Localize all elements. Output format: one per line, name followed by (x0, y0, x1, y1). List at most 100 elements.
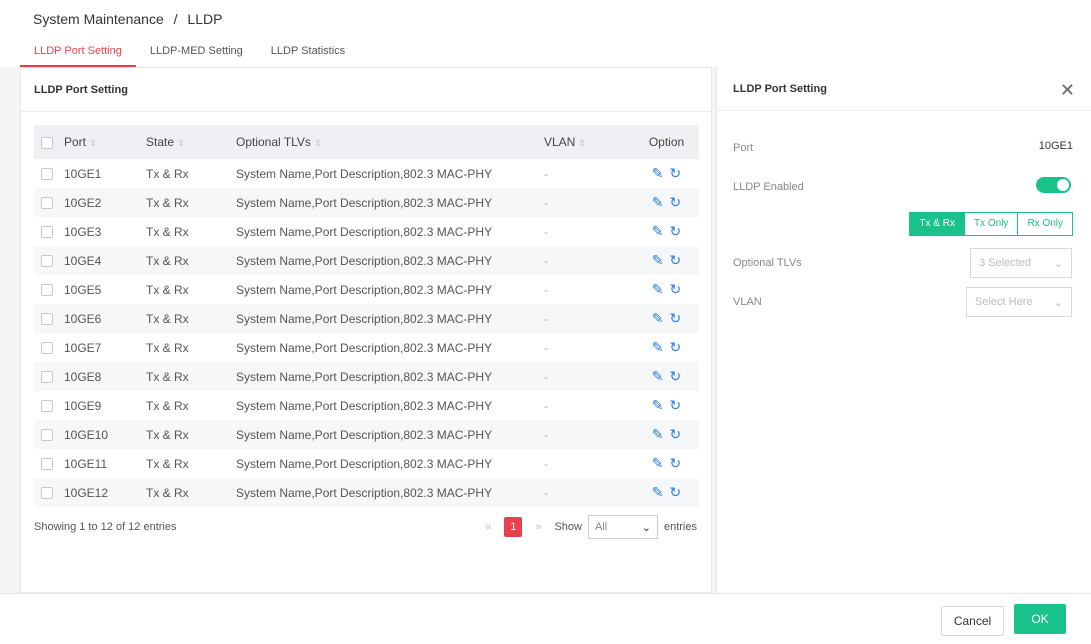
page-1-button[interactable]: 1 (504, 517, 523, 537)
column-header-state[interactable]: State ⇕ (146, 125, 236, 159)
column-header-port[interactable]: Port ⇕ (64, 125, 146, 159)
edit-icon[interactable]: ✎ (652, 310, 664, 327)
sort-icon: ⇕ (313, 138, 322, 148)
refresh-icon[interactable]: ↻ (670, 397, 682, 414)
lldp-enabled-toggle[interactable] (1036, 177, 1071, 193)
mode-segmented-control: Tx & Rx Tx Only Rx Only (909, 212, 1073, 236)
refresh-icon[interactable]: ↻ (670, 252, 682, 269)
mode-tx-rx-button[interactable]: Tx & Rx (910, 213, 964, 235)
row-checkbox[interactable] (41, 429, 53, 442)
action-bar: Cancel OK (0, 593, 1091, 644)
drawer-title: LLDP Port Setting (717, 67, 1091, 111)
tab-lldp-statistics[interactable]: LLDP Statistics (257, 37, 359, 67)
entries-info: Showing 1 to 12 of 12 entries (34, 521, 177, 533)
table-row: 10GE3 Tx & Rx System Name,Port Description… (34, 217, 699, 246)
table-row: 10GE10 Tx & Rx System Name,Port Descriptio… (34, 420, 699, 449)
entries-label: entries (663, 521, 697, 533)
pagination: « 1 » Show All ⌄ entries (478, 515, 697, 539)
optional-tlvs-select[interactable]: 3 Selected ⌄ (970, 248, 1072, 278)
tab-lldp-med-setting[interactable]: LLDP-MED Setting (136, 37, 257, 67)
table-row: 10GE7 Tx & Rx System Name,Port Description… (34, 333, 699, 362)
tab-lldp-port-setting[interactable]: LLDP Port Setting (20, 37, 136, 67)
refresh-icon[interactable]: ↻ (670, 281, 682, 298)
table-row: 10GE5 Tx & Rx System Name,Port Description… (34, 275, 699, 304)
column-header-optional-tlvs[interactable]: Optional TLVs ⇕ (236, 125, 544, 159)
port-setting-panel: LLDP Port Setting Port ⇕ State ⇕ Optional … (20, 67, 712, 593)
port-value: 10GE1 (1038, 140, 1073, 152)
table-row: 10GE6 Tx & Rx System Name,Port Description… (34, 304, 699, 333)
row-checkbox[interactable] (41, 284, 53, 297)
page-size-value: All (594, 521, 608, 533)
row-checkbox[interactable] (41, 255, 53, 268)
prev-page-button[interactable]: « (478, 521, 498, 533)
breadcrumb-separator: / (173, 11, 178, 27)
chevron-down-icon: ⌄ (1053, 296, 1063, 309)
table-row: 10GE9 Tx & Rx System Name,Port Description… (34, 391, 699, 420)
refresh-icon[interactable]: ↻ (670, 194, 682, 211)
edit-drawer: LLDP Port Setting ✕ Port 10GE1 LLDP Enab… (716, 67, 1091, 644)
optional-tlvs-value: 3 Selected (979, 257, 1031, 269)
close-icon[interactable]: ✕ (1060, 80, 1075, 101)
edit-icon[interactable]: ✎ (652, 426, 664, 443)
edit-icon[interactable]: ✎ (652, 252, 664, 269)
edit-icon[interactable]: ✎ (652, 397, 664, 414)
table-row: 10GE8 Tx & Rx System Name,Port Description… (34, 362, 699, 391)
refresh-icon[interactable]: ↻ (670, 223, 682, 240)
select-all-checkbox[interactable] (41, 136, 53, 149)
breadcrumb-current: LLDP (187, 11, 223, 27)
mode-rx-only-button[interactable]: Rx Only (1017, 213, 1072, 235)
page-size-select[interactable]: All ⌄ (587, 515, 658, 539)
row-checkbox[interactable] (41, 226, 53, 239)
column-header-vlan[interactable]: VLAN ⇕ (544, 125, 634, 159)
table-row: 10GE12 Tx & Rx System Name,Port Descriptio… (34, 478, 699, 507)
cancel-button[interactable]: Cancel (941, 606, 1004, 636)
refresh-icon[interactable]: ↻ (670, 339, 682, 356)
row-checkbox[interactable] (41, 168, 53, 181)
table-row: 10GE11 Tx & Rx System Name,Port Descriptio… (34, 449, 699, 478)
port-table: Port ⇕ State ⇕ Optional TLVs ⇕ VLAN ⇕ Option… (34, 125, 699, 507)
page-header: System Maintenance / LLDP LLDP Port Sett… (0, 0, 1091, 67)
edit-icon[interactable]: ✎ (652, 223, 664, 240)
edit-icon[interactable]: ✎ (652, 484, 664, 501)
optional-tlvs-label: Optional TLVs (733, 257, 802, 269)
refresh-icon[interactable]: ↻ (670, 165, 682, 182)
edit-icon[interactable]: ✎ (652, 368, 664, 385)
row-checkbox[interactable] (41, 313, 53, 326)
column-header-option: Option (634, 125, 699, 159)
row-checkbox[interactable] (41, 371, 53, 384)
table-row: 10GE1 Tx & Rx System Name,Port Description… (34, 159, 699, 188)
row-checkbox[interactable] (41, 342, 53, 355)
vlan-label: VLAN (733, 296, 762, 308)
lldp-enabled-label: LLDP Enabled (733, 181, 804, 193)
next-page-button[interactable]: » (528, 521, 548, 533)
show-label: Show (554, 521, 582, 533)
chevron-down-icon: ⌄ (641, 521, 651, 534)
edit-icon[interactable]: ✎ (652, 165, 664, 182)
breadcrumb-section[interactable]: System Maintenance (33, 11, 164, 27)
port-label: Port (733, 142, 754, 154)
refresh-icon[interactable]: ↻ (670, 455, 682, 472)
refresh-icon[interactable]: ↻ (670, 484, 682, 501)
mode-tx-only-button[interactable]: Tx Only (963, 213, 1017, 235)
vlan-select[interactable]: Select Here ⌄ (966, 287, 1072, 317)
refresh-icon[interactable]: ↻ (670, 310, 682, 327)
edit-icon[interactable]: ✎ (652, 281, 664, 298)
ok-button[interactable]: OK (1014, 604, 1066, 634)
row-checkbox[interactable] (41, 197, 53, 210)
sort-icon: ⇕ (89, 138, 97, 148)
tab-bar: LLDP Port Setting LLDP-MED Setting LLDP … (20, 37, 359, 67)
refresh-icon[interactable]: ↻ (670, 426, 682, 443)
vlan-placeholder: Select Here (975, 296, 1033, 308)
edit-icon[interactable]: ✎ (652, 339, 664, 356)
table-row: 10GE2 Tx & Rx System Name,Port Description… (34, 188, 699, 217)
table-row: 10GE4 Tx & Rx System Name,Port Description… (34, 246, 699, 275)
row-checkbox[interactable] (41, 458, 53, 471)
row-checkbox[interactable] (41, 487, 53, 500)
edit-icon[interactable]: ✎ (652, 194, 664, 211)
row-checkbox[interactable] (41, 400, 53, 413)
sort-icon: ⇕ (578, 138, 586, 148)
breadcrumb: System Maintenance / LLDP (33, 11, 228, 27)
edit-icon[interactable]: ✎ (652, 455, 664, 472)
refresh-icon[interactable]: ↻ (670, 368, 682, 385)
sort-icon: ⇕ (177, 138, 185, 148)
